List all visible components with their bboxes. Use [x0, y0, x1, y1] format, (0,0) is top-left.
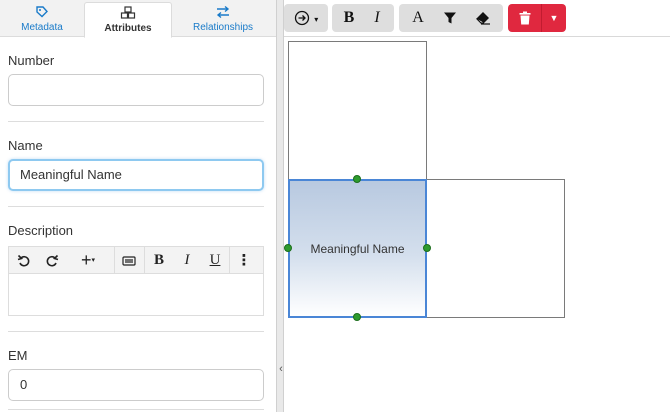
exchange-icon: [172, 2, 274, 22]
more-options-icon[interactable]: ⋮: [230, 247, 258, 274]
diagram-canvas[interactable]: Meaningful Name: [284, 37, 670, 412]
block-format-icon[interactable]: [115, 247, 143, 274]
resize-handle-top[interactable]: [353, 175, 361, 183]
underline-button[interactable]: U: [201, 247, 229, 274]
panel-splitter[interactable]: ‹: [276, 0, 284, 412]
description-label: Description: [8, 223, 74, 238]
resize-handle-bottom[interactable]: [353, 313, 361, 321]
circle-arrow-right-icon: [294, 9, 314, 26]
connect-group: ▾: [284, 4, 328, 32]
diagram-cell-top[interactable]: [288, 41, 427, 180]
caret-down-icon: ▾: [314, 15, 319, 24]
italic-button[interactable]: I: [173, 247, 201, 274]
bold-button[interactable]: B: [335, 4, 363, 32]
undo-icon[interactable]: [10, 247, 38, 274]
em-label: EM: [8, 348, 28, 363]
divider: [8, 206, 264, 207]
plus-icon: +: [80, 250, 92, 270]
tab-metadata[interactable]: Metadata: [0, 2, 84, 37]
em-field[interactable]: 0: [8, 369, 264, 401]
resize-handle-right[interactable]: [423, 244, 431, 252]
description-editor: +▾ B I U ⋮: [8, 246, 264, 316]
text-style-group: B I: [332, 4, 394, 32]
bold-button[interactable]: B: [145, 247, 173, 274]
cubes-icon: [85, 3, 171, 23]
description-input[interactable]: [9, 274, 263, 315]
diagram-cell-right[interactable]: [426, 179, 565, 318]
divider: [8, 331, 264, 332]
tag-icon: [0, 2, 84, 22]
panel-tabs: Metadata Attributes Relationships: [0, 0, 276, 38]
delete-split-button: ▼: [508, 4, 566, 32]
divider: [8, 409, 264, 410]
tab-attributes-label: Attributes: [104, 23, 152, 34]
tab-relationships-label: Relationships: [192, 22, 254, 33]
selected-diagram-cell[interactable]: Meaningful Name: [288, 179, 427, 318]
insert-dropdown[interactable]: +▾: [71, 247, 105, 274]
eraser-icon[interactable]: [466, 4, 500, 32]
delete-button[interactable]: [508, 4, 541, 32]
trash-icon: [519, 9, 531, 26]
delete-options-caret-icon[interactable]: ▼: [542, 4, 566, 32]
redo-icon[interactable]: [38, 247, 66, 274]
format-group: A: [399, 4, 503, 32]
tab-metadata-label: Metadata: [21, 22, 63, 33]
divider: [8, 121, 264, 122]
connect-dropdown[interactable]: ▾: [284, 4, 328, 32]
italic-button[interactable]: I: [363, 4, 391, 32]
tab-relationships[interactable]: Relationships: [172, 2, 274, 37]
number-field[interactable]: [8, 74, 264, 106]
caret-down-icon: ▾: [91, 257, 96, 264]
name-label: Name: [8, 138, 43, 153]
tab-attributes[interactable]: Attributes: [84, 2, 172, 38]
number-label: Number: [8, 53, 55, 68]
editor-toolbar: +▾ B I U ⋮: [9, 247, 263, 274]
cell-label: Meaningful Name: [310, 241, 405, 256]
font-color-icon[interactable]: A: [402, 4, 434, 32]
diagram-toolbar: ▾ B I A ▼: [284, 0, 670, 37]
resize-handle-left[interactable]: [284, 244, 292, 252]
properties-panel: Metadata Attributes Relationships Number…: [0, 0, 276, 412]
name-field[interactable]: Meaningful Name: [8, 159, 264, 191]
filter-icon[interactable]: [434, 4, 466, 32]
